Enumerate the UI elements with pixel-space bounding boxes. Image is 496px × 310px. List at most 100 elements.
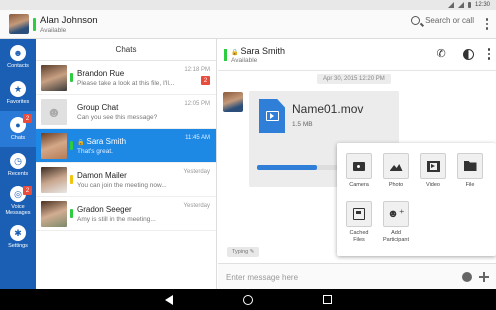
chat-row-time: Yesterday	[183, 169, 210, 175]
conversation-header: 🔒 Sara Smith Available ✆	[218, 39, 496, 71]
phone-icon[interactable]: ✆	[437, 48, 449, 60]
attach-photo[interactable]: Photo	[380, 153, 412, 189]
back-icon[interactable]	[164, 294, 173, 305]
contact-name: Sara Smith	[240, 45, 286, 56]
chat-row-preview: Please take a look at this file, I'll...	[77, 79, 175, 87]
chat-row-name: Group Chat	[77, 102, 119, 112]
chat-row-time: 12:05 PM	[184, 101, 210, 107]
signal-icon	[457, 2, 464, 8]
overflow-menu-icon[interactable]	[487, 48, 490, 60]
search-icon	[411, 16, 421, 25]
lock-icon: 🔒	[231, 49, 239, 56]
attach-label: File	[465, 182, 475, 188]
app-bar: Alan Johnson Available Search or call	[0, 10, 496, 39]
chat-row-time: 11:45 AM	[185, 135, 210, 141]
chat-list-title: Chats	[36, 39, 216, 61]
message-input[interactable]	[226, 270, 426, 284]
voice-messages-badge: 2	[23, 186, 32, 195]
attach-cached-files[interactable]: Cached Files	[343, 201, 375, 243]
presence-spacer	[70, 107, 73, 116]
avatar	[223, 92, 243, 112]
avatar[interactable]	[9, 14, 29, 34]
user-name: Alan Johnson	[40, 14, 98, 26]
sidebar-item-recents[interactable]: ◷ Recents	[0, 147, 36, 183]
composer	[218, 263, 496, 289]
user-status: Available	[40, 26, 67, 34]
sidebar-item-label: Settings	[8, 243, 28, 249]
chats-badge: 2	[23, 114, 32, 123]
attach-plus-icon[interactable]	[479, 272, 489, 282]
cached-files-icon	[353, 208, 365, 220]
overflow-menu-icon[interactable]	[485, 18, 488, 30]
attach-camera[interactable]: Camera	[343, 153, 375, 189]
conversation-pane: 🔒 Sara Smith Available ✆ Apr 30, 2015 12:…	[218, 39, 496, 289]
star-icon: ★	[10, 81, 26, 97]
chat-row-sara-smith[interactable]: 🔒 Sara Smith That's great. 11:45 AM	[36, 129, 216, 163]
chat-row-gradon-seeger[interactable]: Gradon Seeger Amy is still in the meetin…	[36, 197, 216, 231]
video-icon	[426, 160, 440, 172]
file-name: Name01.mov	[292, 102, 364, 116]
chat-row-name: Gradon Seeger	[77, 204, 132, 214]
chat-row-preview: Can you see this message?	[77, 113, 158, 121]
upload-progress-fill	[257, 165, 318, 170]
sidebar-item-label: Favorites	[6, 99, 30, 105]
photo-icon	[389, 164, 403, 171]
home-icon[interactable]	[242, 294, 253, 305]
file-icon	[463, 161, 477, 171]
person-icon: ☻	[10, 45, 26, 61]
contact-status: Available	[231, 56, 258, 64]
avatar	[41, 166, 67, 193]
chat-list: Chats Brandon Rue Please take a look at …	[36, 39, 217, 289]
attach-video[interactable]: Video	[417, 153, 449, 189]
presence-indicator	[70, 141, 73, 150]
sidebar-item-label: Recents	[7, 171, 29, 177]
chat-row-brandon-rue[interactable]: Brandon Rue Please take a look at this f…	[36, 61, 216, 95]
chat-row-name: Brandon Rue	[77, 68, 125, 78]
battery-icon	[467, 2, 471, 8]
search-button[interactable]: Search or call	[411, 16, 474, 25]
presence-indicator	[70, 209, 73, 218]
avatar	[41, 132, 67, 159]
avatar	[41, 64, 67, 91]
attach-file[interactable]: File	[454, 153, 486, 189]
status-bar: 12:30	[0, 0, 496, 10]
gear-icon: ✱	[10, 225, 26, 241]
chat-row-damon-mailer[interactable]: Damon Mailer You can join the meeting no…	[36, 163, 216, 197]
presence-indicator	[70, 73, 73, 82]
attach-label: Camera	[349, 182, 369, 188]
attach-label: Cached Files	[349, 230, 369, 243]
chat-row-preview: Amy is still in the meeting...	[77, 215, 156, 223]
sidebar-item-chats[interactable]: ● 2 Chats	[0, 111, 36, 147]
camera-icon	[353, 161, 365, 171]
chat-row-preview: That's great.	[77, 147, 113, 155]
system-nav-bar	[0, 289, 496, 310]
sidebar-item-settings[interactable]: ✱ Settings	[0, 219, 36, 255]
emoji-icon[interactable]	[462, 272, 472, 282]
chat-row-preview: You can join the meeting now...	[77, 181, 167, 189]
typing-indicator: Typing ✎	[227, 247, 260, 257]
attach-label: Video	[426, 182, 440, 188]
sidebar-item-contacts[interactable]: ☻ Contacts	[0, 39, 36, 75]
sidebar-item-label: Contacts	[7, 63, 29, 69]
chat-row-name: Sara Smith	[86, 136, 127, 146]
chat-row-name-wrap: 🔒 Sara Smith	[77, 137, 126, 146]
chat-row-group-chat[interactable]: ☻ Group Chat Can you see this message? 1…	[36, 95, 216, 129]
recent-apps-icon[interactable]	[322, 295, 332, 304]
avatar	[41, 200, 67, 227]
sidebar-item-favorites[interactable]: ★ Favorites	[0, 75, 36, 111]
status-time: 12:30	[474, 2, 490, 8]
user-info[interactable]: Alan Johnson Available	[40, 15, 98, 34]
attach-menu: Camera Photo Video File Cached Files ☻⁺ …	[337, 143, 496, 256]
contact-name-wrap: 🔒 Sara Smith	[231, 46, 285, 56]
unread-badge: 2	[201, 76, 210, 85]
date-separator: Apr 30, 2015 12:20 PM	[317, 74, 391, 84]
add-participant-icon: ☻⁺	[387, 208, 405, 220]
presence-toggle-icon[interactable]	[462, 48, 474, 60]
typing-label: Typing	[232, 249, 249, 255]
sidebar-item-label: Chats	[10, 135, 26, 141]
file-size: 1.5 MB	[292, 121, 313, 128]
sidebar-item-label: Voice Messages	[5, 204, 31, 216]
chat-row-name: Damon Mailer	[77, 170, 127, 180]
sidebar-item-voice-messages[interactable]: ◎ 2 Voice Messages	[0, 183, 36, 219]
attach-add-participant[interactable]: ☻⁺ Add Participant	[380, 201, 412, 243]
